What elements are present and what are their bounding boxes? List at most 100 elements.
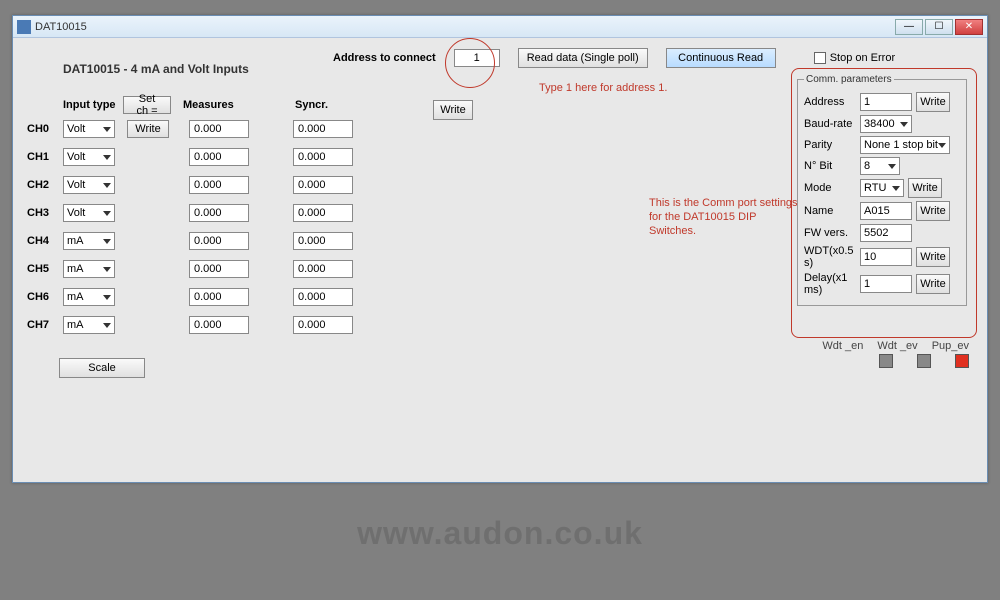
channel-row: CH3Volt 0.000 0.000 [27, 204, 365, 222]
col-input-type: Input type [63, 99, 123, 111]
close-button[interactable]: ✕ [955, 19, 983, 35]
continuous-read-button[interactable]: Continuous Read [666, 48, 776, 68]
minimize-button[interactable]: — [895, 19, 923, 35]
channel-label: CH7 [27, 319, 63, 331]
comm-baud-select[interactable]: 38400 [860, 115, 912, 133]
chevron-down-icon [103, 295, 111, 300]
input-type-select[interactable]: Volt [63, 148, 115, 166]
input-type-select[interactable]: Volt [63, 120, 115, 138]
comm-fw-input [860, 224, 912, 242]
channel-label: CH5 [27, 263, 63, 275]
annotation-circle [445, 38, 495, 88]
chevron-down-icon [103, 127, 111, 132]
chevron-down-icon [900, 122, 908, 127]
comm-wdt-write[interactable]: Write [916, 247, 950, 267]
write-all-button[interactable]: Write [433, 100, 473, 120]
input-type-select[interactable]: mA [63, 288, 115, 306]
address-label: Address to connect [333, 52, 436, 64]
col-syncr: Syncr. [295, 99, 365, 111]
chevron-down-icon [892, 186, 900, 191]
client-area: Address to connect Read data (Single pol… [13, 38, 987, 482]
channel-row: CH6mA 0.000 0.000 [27, 288, 365, 306]
channel-row: CH4mA 0.000 0.000 [27, 232, 365, 250]
measure-value: 0.000 [189, 232, 249, 250]
input-type-select[interactable]: mA [63, 232, 115, 250]
chevron-down-icon [103, 267, 111, 272]
channel-row: CH2Volt 0.000 0.000 [27, 176, 365, 194]
comm-name-input[interactable] [860, 202, 912, 220]
measure-value: 0.000 [189, 288, 249, 306]
chevron-down-icon [938, 143, 946, 148]
channel-label: CH1 [27, 151, 63, 163]
channel-row: CH1Volt 0.000 0.000 [27, 148, 365, 166]
annotation-address-hint: Type 1 here for address 1. [539, 82, 667, 94]
titlebar: DAT10015 — ☐ ✕ [13, 16, 987, 38]
channel-label: CH6 [27, 291, 63, 303]
syncr-value: 0.000 [293, 288, 353, 306]
chevron-down-icon [103, 155, 111, 160]
measure-value: 0.000 [189, 148, 249, 166]
comm-legend: Comm. parameters [804, 74, 894, 85]
channel-label: CH4 [27, 235, 63, 247]
measure-value: 0.000 [189, 120, 249, 138]
syncr-value: 0.000 [293, 176, 353, 194]
read-single-button[interactable]: Read data (Single poll) [518, 48, 648, 68]
led-wdt-en [879, 354, 893, 368]
channel-row: CH5mA 0.000 0.000 [27, 260, 365, 278]
comm-address-input[interactable] [860, 93, 912, 111]
input-type-select[interactable]: mA [63, 316, 115, 334]
syncr-value: 0.000 [293, 120, 353, 138]
comm-wdt-input[interactable] [860, 248, 912, 266]
input-type-select[interactable]: Volt [63, 176, 115, 194]
chevron-down-icon [103, 239, 111, 244]
status-pup-ev-label: Pup_ev [932, 340, 969, 352]
measure-value: 0.000 [189, 176, 249, 194]
stop-on-error-checkbox[interactable] [814, 52, 826, 64]
window-title: DAT10015 [35, 21, 895, 33]
app-window: DAT10015 — ☐ ✕ Address to connect Read d… [12, 15, 988, 483]
comm-delay-input[interactable] [860, 275, 912, 293]
chevron-down-icon [888, 164, 896, 169]
channels-panel: Input type Set ch = Measures Syncr. CH0V… [27, 96, 365, 344]
chevron-down-icon [103, 211, 111, 216]
syncr-value: 0.000 [293, 148, 353, 166]
syncr-value: 0.000 [293, 232, 353, 250]
chevron-down-icon [103, 323, 111, 328]
channel-row: CH7mA 0.000 0.000 [27, 316, 365, 334]
led-wdt-ev [917, 354, 931, 368]
input-type-select[interactable]: Volt [63, 204, 115, 222]
comm-parameters-panel: Comm. parameters AddressWrite Baud-rate3… [797, 74, 967, 306]
comm-address-write[interactable]: Write [916, 92, 950, 112]
led-pup-ev [955, 354, 969, 368]
comm-nbit-select[interactable]: 8 [860, 157, 900, 175]
chevron-down-icon [103, 183, 111, 188]
measure-value: 0.000 [189, 316, 249, 334]
channel-row: CH0Volt Write 0.000 0.000 [27, 120, 365, 138]
status-wdt-ev-label: Wdt _ev [877, 340, 917, 352]
channel-write-button[interactable]: Write [127, 120, 169, 138]
annotation-comm-hint: This is the Comm port settings for the D… [649, 196, 799, 238]
channel-label: CH3 [27, 207, 63, 219]
watermark: www.audon.co.uk [0, 515, 1000, 552]
input-type-select[interactable]: mA [63, 260, 115, 278]
comm-name-write[interactable]: Write [916, 201, 950, 221]
maximize-button[interactable]: ☐ [925, 19, 953, 35]
comm-mode-write[interactable]: Write [908, 178, 942, 198]
set-ch-button[interactable]: Set ch = [123, 96, 171, 114]
app-subtitle: DAT10015 - 4 mA and Volt Inputs [63, 62, 249, 76]
syncr-value: 0.000 [293, 316, 353, 334]
channel-label: CH0 [27, 123, 63, 135]
comm-parity-select[interactable]: None 1 stop bit [860, 136, 950, 154]
comm-delay-write[interactable]: Write [916, 274, 950, 294]
syncr-value: 0.000 [293, 204, 353, 222]
channel-label: CH2 [27, 179, 63, 191]
comm-mode-select[interactable]: RTU [860, 179, 904, 197]
scale-button[interactable]: Scale [59, 358, 145, 378]
status-wdt-en-label: Wdt _en [822, 340, 863, 352]
col-measures: Measures [183, 99, 279, 111]
stop-on-error-label: Stop on Error [830, 52, 895, 64]
app-icon [17, 20, 31, 34]
measure-value: 0.000 [189, 260, 249, 278]
measure-value: 0.000 [189, 204, 249, 222]
syncr-value: 0.000 [293, 260, 353, 278]
